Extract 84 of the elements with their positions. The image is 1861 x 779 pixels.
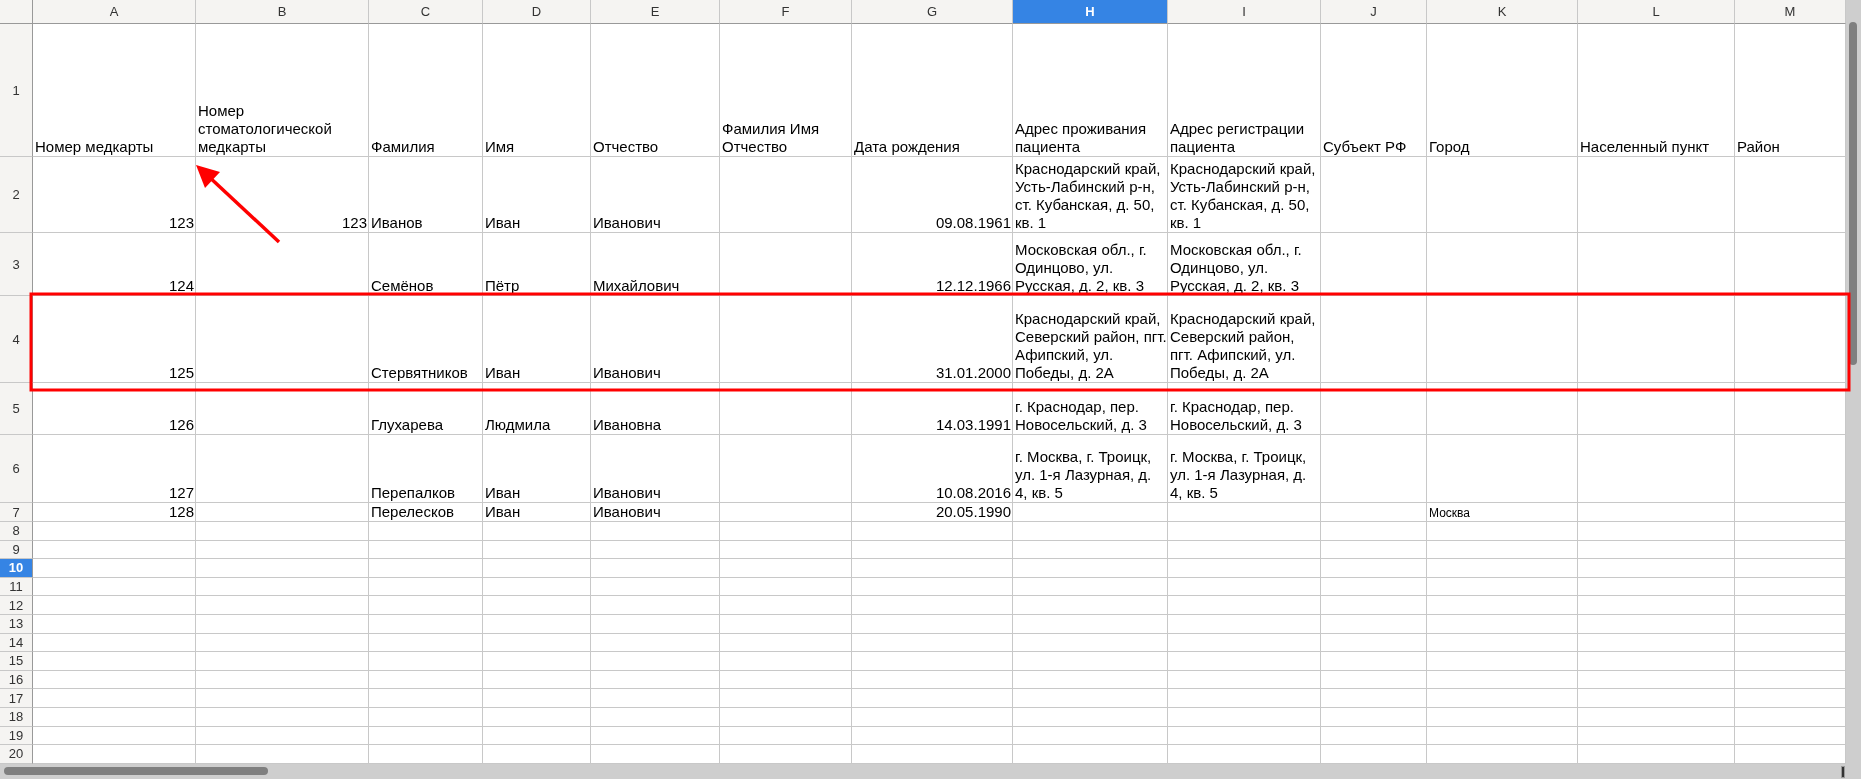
cell-text: Номер стоматологической медкарты [197,102,333,156]
cell-text: Номер медкарты [34,138,154,156]
column-header[interactable]: L [1578,0,1735,24]
row-header[interactable]: 20 [0,745,33,764]
column-header[interactable]: A [33,0,196,24]
cell-text: Адрес регистрации пациента [1169,120,1306,156]
cell-text: 09.08.1961 [935,214,1012,232]
cell-text: Иван [484,484,521,502]
column-header[interactable]: G [852,0,1013,24]
vertical-scrollbar[interactable] [1846,0,1861,764]
cell-text: 127 [168,484,195,502]
column-header[interactable]: D [483,0,591,24]
cell-text: Ивановна [592,416,662,434]
cell-text: Иван [484,214,521,232]
cell-text: 125 [168,364,195,382]
cell-text: 14.03.1991 [935,416,1012,434]
cell-text: Глухарева [370,416,444,434]
resize-handle-icon[interactable] [1841,766,1845,778]
cell-text: г. Краснодар, пер. Новосельский, д. 3 [1014,398,1148,434]
cell-text: Краснодарский край, Усть-Лабинский р-н, ст. Кубанская, д. 50, кв. 1 [1014,160,1162,232]
cell-text: 12.12.1966 [935,277,1012,295]
cell-text: г. Москва, г. Троицк, ул. 1-я Лазурная, д. 4, кв. 5 [1169,448,1308,502]
row-header[interactable]: 10 [0,559,33,578]
row-header[interactable]: 6 [0,435,33,503]
cell-text: Город [1428,138,1470,156]
cell-text: Дата рождения [853,138,960,156]
column-header[interactable]: J [1321,0,1427,24]
cell-text: 20.05.1990 [935,503,1012,521]
select-all-corner[interactable] [0,0,33,24]
column-header[interactable]: F [720,0,852,24]
cell-text: Пётр [484,277,520,295]
cell-text: Субъект РФ [1322,138,1407,156]
column-header[interactable]: E [591,0,720,24]
cell-text: Перелесков [370,503,454,521]
cell-text: Семёнов [370,277,434,295]
cell-text: Имя [484,138,515,156]
cell-text: 123 [341,214,368,232]
column-header[interactable]: B [196,0,369,24]
cell-text: Иван [484,364,521,382]
cell-text: Иванович [592,503,661,521]
cell-text: Иванов [370,214,423,232]
row-header[interactable]: 3 [0,233,33,296]
cell-text: Иван [484,503,521,521]
column-header[interactable]: I [1168,0,1321,24]
scrollbar-thumb[interactable] [1849,22,1857,365]
cell-text: Москва [1428,505,1470,521]
row-header[interactable]: 5 [0,383,33,435]
cell-text: 31.01.2000 [935,364,1012,382]
horizontal-scrollbar[interactable] [0,764,1861,779]
cell-text: Перепалков [370,484,456,502]
cell-text: Стервятников [370,364,468,382]
cell-text: Краснодарский край, Усть-Лабинский р-н, ст. Кубанская, д. 50, кв. 1 [1169,160,1317,232]
row-header[interactable]: 15 [0,652,33,671]
cell-text: Фамилия Имя Отчество [721,120,821,156]
cell-text: Иванович [592,484,661,502]
row-header[interactable]: 8 [0,522,33,541]
cell-text: Людмила [484,416,551,434]
column-header[interactable]: M [1735,0,1846,24]
cell-text: Иванович [592,214,661,232]
cell-text: 10.08.2016 [935,484,1012,502]
cell-text: Краснодарский край, Северский район, пгт. Афипский, ул. Победы, д. 2А [1014,310,1167,382]
cell-text: Адрес проживания пациента [1014,120,1148,156]
column-header[interactable]: H [1013,0,1168,24]
cell-text: Район [1736,138,1780,156]
cell-text: г. Москва, г. Троицк, ул. 1-я Лазурная, д. 4, кв. 5 [1014,448,1153,502]
cell-text: Фамилия [370,138,435,156]
cell-text: 126 [168,416,195,434]
cell-text: Отчество [592,138,659,156]
column-header[interactable]: C [369,0,483,24]
column-header[interactable]: K [1427,0,1578,24]
row-header[interactable]: 12 [0,596,33,615]
cell-text: 123 [168,214,195,232]
scrollbar-thumb[interactable] [4,767,268,775]
cell-text: Населенный пункт [1579,138,1710,156]
row-header[interactable]: 1 [0,24,33,157]
cell-text: Михайлович [592,277,680,295]
cell-text: Краснодарский край, Северский район, пгт. Афипский, ул. Победы, д. 2А [1169,310,1317,382]
row-header[interactable]: 7 [0,503,33,522]
row-header[interactable]: 2 [0,157,33,233]
cell-text: г. Краснодар, пер. Новосельский, д. 3 [1169,398,1303,434]
cell-text: 124 [168,277,195,295]
cell-text: 128 [168,503,195,521]
row-header[interactable]: 17 [0,689,33,708]
cell-text: Иванович [592,364,661,382]
